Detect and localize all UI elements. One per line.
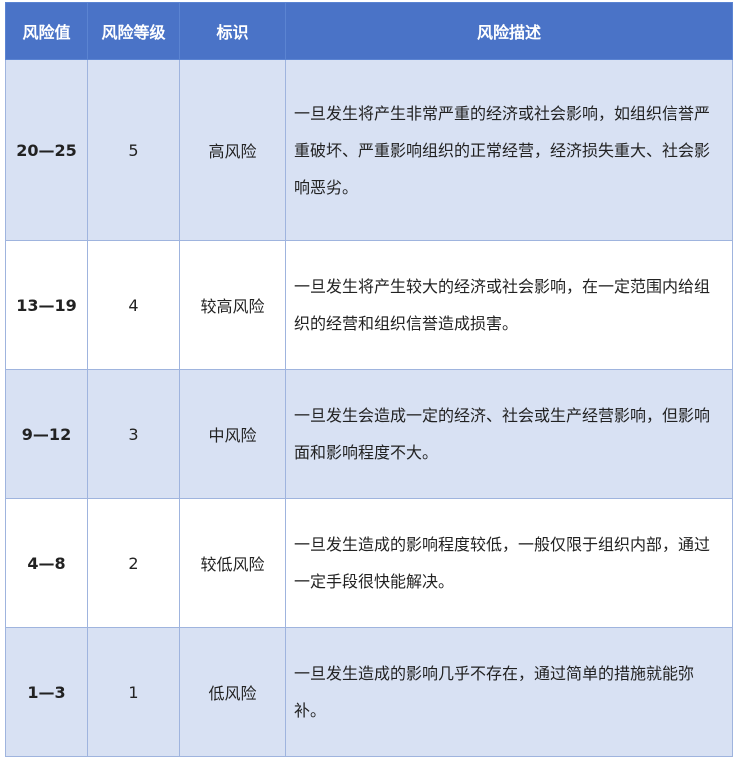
risk-description-cell: 一旦发生会造成一定的经济、社会或生产经营影响，但影响面和影响程度不大。	[285, 369, 733, 499]
table-header: 风险值 风险等级 标识 风险描述	[5, 2, 733, 60]
risk-label-cell: 高风险	[179, 59, 286, 241]
risk-level-table: 风险值 风险等级 标识 风险描述 20—25 5 高风险 一旦发生将产生非常严重…	[5, 2, 733, 757]
table-row: 20—25 5 高风险 一旦发生将产生非常严重的经济或社会影响，如组织信誉严重破…	[5, 59, 733, 241]
risk-label-cell: 较低风险	[179, 498, 286, 628]
risk-level-cell: 5	[87, 59, 180, 241]
risk-level-cell: 4	[87, 240, 180, 370]
risk-value-cell: 13—19	[5, 240, 88, 370]
risk-description-cell: 一旦发生将产生较大的经济或社会影响，在一定范围内给组织的经营和组织信誉造成损害。	[285, 240, 733, 370]
page: 风险值 风险等级 标识 风险描述 20—25 5 高风险 一旦发生将产生非常严重…	[0, 0, 738, 757]
risk-value-cell: 1—3	[5, 627, 88, 757]
table-row: 9—12 3 中风险 一旦发生会造成一定的经济、社会或生产经营影响，但影响面和影…	[5, 369, 733, 499]
header-row: 风险值 风险等级 标识 风险描述	[5, 2, 733, 60]
risk-label-cell: 低风险	[179, 627, 286, 757]
risk-value-cell: 4—8	[5, 498, 88, 628]
risk-description-cell: 一旦发生造成的影响程度较低，一般仅限于组织内部，通过一定手段很快能解决。	[285, 498, 733, 628]
risk-value-cell: 20—25	[5, 59, 88, 241]
risk-label-cell: 较高风险	[179, 240, 286, 370]
header-risk-description: 风险描述	[285, 2, 733, 60]
risk-description-cell: 一旦发生造成的影响几乎不存在，通过简单的措施就能弥补。	[285, 627, 733, 757]
table-row: 4—8 2 较低风险 一旦发生造成的影响程度较低，一般仅限于组织内部，通过一定手…	[5, 498, 733, 628]
risk-level-cell: 2	[87, 498, 180, 628]
risk-level-cell: 1	[87, 627, 180, 757]
table-row: 1—3 1 低风险 一旦发生造成的影响几乎不存在，通过简单的措施就能弥补。	[5, 627, 733, 757]
risk-label-cell: 中风险	[179, 369, 286, 499]
risk-level-cell: 3	[87, 369, 180, 499]
header-label: 标识	[179, 2, 286, 60]
risk-description-cell: 一旦发生将产生非常严重的经济或社会影响，如组织信誉严重破坏、严重影响组织的正常经…	[285, 59, 733, 241]
table-body: 20—25 5 高风险 一旦发生将产生非常严重的经济或社会影响，如组织信誉严重破…	[5, 59, 733, 757]
risk-value-cell: 9—12	[5, 369, 88, 499]
header-risk-value: 风险值	[5, 2, 88, 60]
header-risk-level: 风险等级	[87, 2, 180, 60]
table-row: 13—19 4 较高风险 一旦发生将产生较大的经济或社会影响，在一定范围内给组织…	[5, 240, 733, 370]
